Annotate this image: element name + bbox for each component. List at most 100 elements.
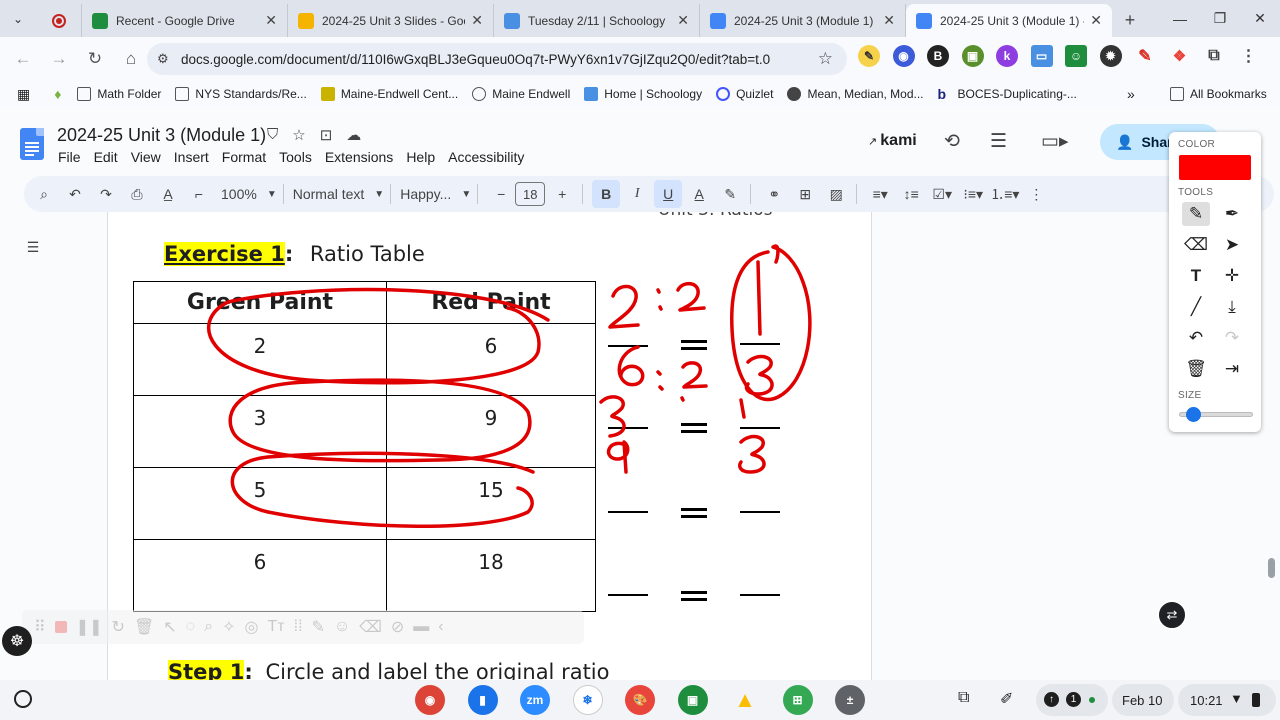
text-color-icon[interactable]: A bbox=[685, 180, 713, 208]
extensions-puzzle-icon[interactable]: ⧉ bbox=[1203, 45, 1225, 67]
size-slider[interactable] bbox=[1179, 407, 1253, 422]
align-icon[interactable]: ≡▾ bbox=[866, 180, 894, 208]
k-extension-icon[interactable]: k bbox=[996, 45, 1018, 67]
line-spacing-icon[interactable]: ↕≡ bbox=[897, 180, 925, 208]
puzzle-green-extension-icon[interactable]: ▣ bbox=[961, 45, 984, 67]
mic-off-icon[interactable]: ⊘ bbox=[391, 617, 404, 637]
collapse-icon[interactable]: ‹ bbox=[438, 618, 443, 636]
underline-icon[interactable]: U bbox=[654, 180, 683, 208]
apps-grid-icon[interactable]: ▦ bbox=[17, 86, 30, 103]
checklist-icon[interactable]: ☑▾ bbox=[928, 180, 956, 208]
bookmark-star-icon[interactable]: ☆ bbox=[818, 49, 833, 69]
search-menus-icon[interactable]: ⌕ bbox=[30, 180, 58, 208]
snowflake-icon[interactable]: ❄ bbox=[572, 685, 603, 715]
bookmark-schoology[interactable]: Home | Schoology bbox=[584, 87, 702, 101]
classroom-icon[interactable]: ▣ bbox=[677, 685, 708, 715]
bookmark-mean-median[interactable]: Mean, Median, Mod... bbox=[787, 87, 924, 101]
close-icon[interactable]: ✕ bbox=[883, 12, 895, 29]
bookmark-maine-endwell[interactable]: Maine Endwell bbox=[472, 87, 570, 101]
bookmark-nys-standards[interactable]: NYS Standards/Re... bbox=[175, 87, 307, 101]
spotlight-icon[interactable]: ✧ bbox=[222, 617, 235, 637]
star-icon[interactable]: ☆ bbox=[292, 126, 305, 144]
menu-help[interactable]: Help bbox=[406, 149, 435, 165]
menu-view[interactable]: View bbox=[131, 149, 161, 165]
more-menu-icon[interactable]: ⋮ bbox=[1238, 45, 1260, 67]
all-bookmarks[interactable]: All Bookmarks bbox=[1170, 87, 1267, 101]
palette-icon[interactable]: 🎨 bbox=[625, 685, 655, 715]
spellcheck-icon[interactable]: A̲ bbox=[154, 180, 182, 208]
shield-icon[interactable]: ⛉ bbox=[267, 126, 278, 144]
pencil-extension-icon[interactable]: ✎ bbox=[858, 45, 880, 67]
site-info-icon[interactable]: ⚙ bbox=[157, 51, 175, 67]
drive-icon[interactable]: ▲ bbox=[730, 685, 760, 715]
more-options-icon[interactable]: ⋮ bbox=[1022, 180, 1050, 208]
bookmark-boces[interactable]: b BOCES-Duplicating-... bbox=[938, 87, 1077, 101]
bookmark-maine-endwell-cent[interactable]: Maine-Endwell Cent... bbox=[320, 87, 458, 101]
menu-extensions[interactable]: Extensions bbox=[325, 149, 393, 165]
address-bar[interactable]: ⚙ docs.google.com/document/d/110I6wGxqBL… bbox=[147, 43, 847, 75]
tab-recording[interactable] bbox=[36, 4, 82, 37]
grid-icon[interactable]: ⁞⁞ bbox=[294, 618, 303, 636]
increase-font-icon[interactable]: + bbox=[548, 180, 576, 208]
close-icon[interactable]: ✕ bbox=[677, 12, 689, 29]
emoji-icon[interactable]: ☺ bbox=[334, 618, 350, 636]
color-swatch[interactable] bbox=[1179, 155, 1251, 180]
style-select[interactable]: Normal text ▼ bbox=[293, 180, 384, 208]
cloud-icon[interactable]: ☁ bbox=[346, 126, 361, 144]
zoom-icon[interactable]: ⌕ bbox=[204, 618, 213, 636]
refresh-icon[interactable]: ↻ bbox=[112, 617, 125, 637]
screen-capture-icon[interactable]: ⧉ bbox=[958, 689, 969, 707]
tab-search-chevron-icon[interactable]: ⌄ bbox=[0, 0, 36, 37]
select-icon[interactable]: ➤ bbox=[1218, 233, 1246, 257]
highlight-icon[interactable]: ✎ bbox=[716, 180, 744, 208]
paint-format-icon[interactable]: ⌐ bbox=[185, 180, 213, 208]
bookmark-math-folder[interactable]: Math Folder bbox=[77, 87, 161, 101]
minimize-icon[interactable]: — bbox=[1160, 0, 1200, 37]
classroom-extension-icon[interactable]: ☺ bbox=[1065, 45, 1087, 67]
link-icon[interactable]: ⚭ bbox=[760, 180, 788, 208]
text-tool-icon[interactable]: Tт bbox=[268, 618, 285, 636]
outline-list-icon[interactable]: ☰ bbox=[18, 232, 48, 262]
home-icon[interactable]: ⌂ bbox=[114, 42, 148, 76]
zoom-select[interactable]: 100% ▼ bbox=[221, 180, 277, 208]
red-pen-extension-icon[interactable]: ✎ bbox=[1134, 45, 1156, 67]
eraser-icon[interactable]: ⌫ bbox=[1182, 233, 1210, 257]
drag-handle-icon[interactable]: ⠿ bbox=[34, 617, 46, 637]
document-title[interactable]: 2024-25 Unit 3 (Module 1) bbox=[57, 125, 266, 146]
bulleted-list-icon[interactable]: ⁝≡▾ bbox=[959, 180, 987, 208]
size-slider-knob[interactable] bbox=[1186, 407, 1201, 422]
screen-extension-icon[interactable]: ▭ bbox=[1030, 45, 1053, 67]
undo-icon[interactable]: ↶ bbox=[1182, 326, 1210, 350]
menu-accessibility[interactable]: Accessibility bbox=[448, 149, 524, 165]
menu-file[interactable]: File bbox=[58, 149, 81, 165]
font-select[interactable]: Happy... ▼ bbox=[400, 180, 471, 208]
date-tray[interactable]: Feb 10 bbox=[1112, 684, 1174, 716]
zoom-icon[interactable]: zm bbox=[520, 685, 550, 715]
line-icon[interactable]: ╱ bbox=[1182, 295, 1210, 319]
pause-icon[interactable]: ❚❚ bbox=[76, 617, 103, 637]
close-icon[interactable]: ✕ bbox=[1090, 12, 1102, 29]
eye-extension-icon[interactable]: ◉ bbox=[892, 45, 915, 67]
kami-button[interactable]: ↗ kami bbox=[868, 132, 917, 150]
tab-unit3-module1[interactable]: 2024-25 Unit 3 (Module 1) - ✕ bbox=[700, 4, 906, 37]
kami-floating-button[interactable]: ⇄ bbox=[1157, 600, 1187, 630]
history-icon[interactable]: ⟲ bbox=[944, 130, 960, 153]
menu-insert[interactable]: Insert bbox=[174, 149, 209, 165]
text-icon[interactable]: T bbox=[1182, 264, 1210, 288]
close-icon[interactable]: ✕ bbox=[265, 12, 277, 29]
tab-unit3-slides[interactable]: 2024-25 Unit 3 Slides - Goo ✕ bbox=[288, 4, 494, 37]
delete-icon[interactable]: 🗑 bbox=[134, 617, 154, 637]
accessibility-icon[interactable]: ☸ bbox=[2, 626, 32, 656]
camera-icon[interactable]: ▬ bbox=[413, 618, 429, 636]
print-icon[interactable]: ⎙ bbox=[123, 180, 151, 208]
files-icon[interactable]: ▮ bbox=[467, 685, 498, 715]
redo-icon[interactable]: ↷ bbox=[92, 180, 120, 208]
stylus-tools-icon[interactable]: ✐ bbox=[1000, 689, 1013, 709]
highlighter-icon[interactable]: ✒ bbox=[1218, 202, 1246, 226]
scrollbar-thumb[interactable] bbox=[1268, 558, 1275, 578]
b-extension-icon[interactable]: B bbox=[927, 45, 949, 67]
pen-icon[interactable]: ✎ bbox=[1182, 202, 1210, 226]
close-icon[interactable]: ✕ bbox=[471, 12, 483, 29]
gear-extension-icon[interactable]: ✹ bbox=[1099, 45, 1122, 67]
tab-google-drive[interactable]: Recent - Google Drive ✕ bbox=[82, 4, 288, 37]
